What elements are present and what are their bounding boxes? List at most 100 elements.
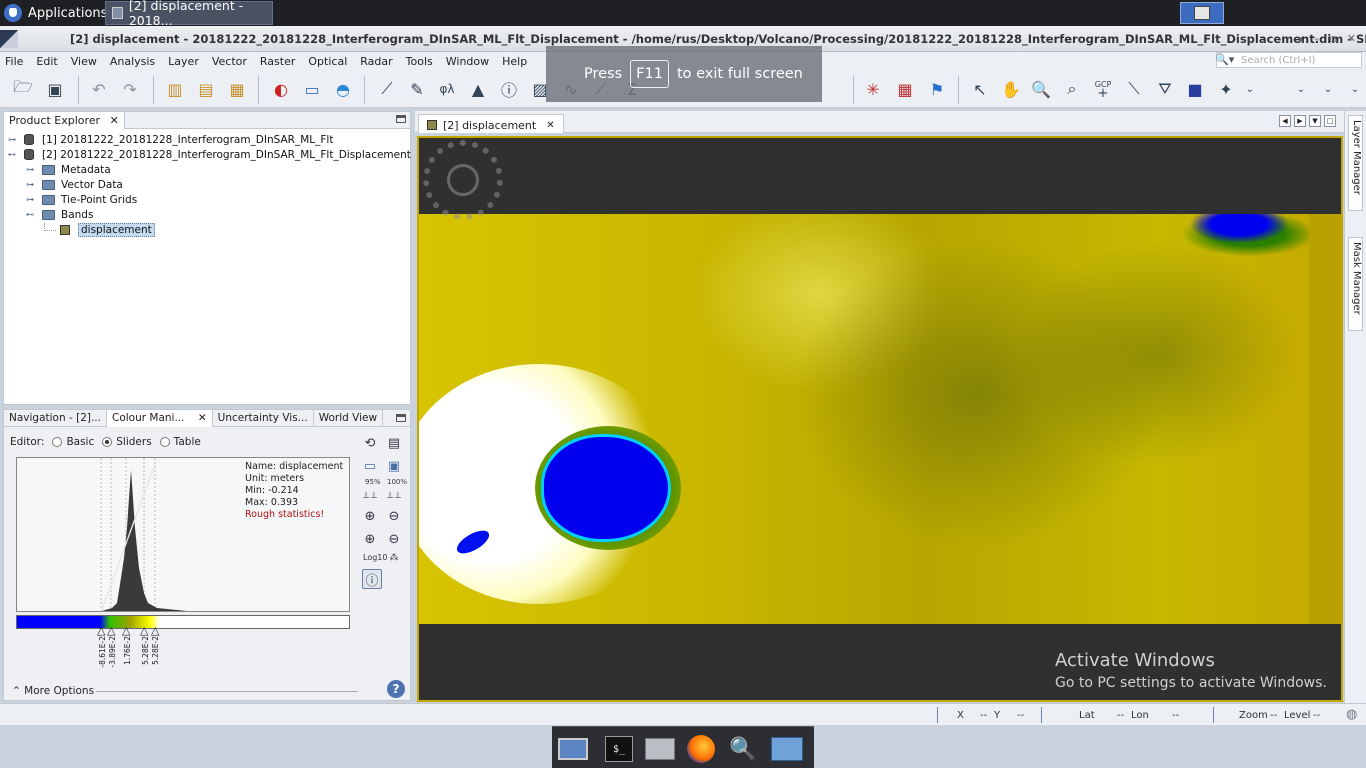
close-icon[interactable]: ✕ — [110, 114, 119, 127]
info-icon[interactable]: ⓘ — [362, 569, 382, 589]
info-icon[interactable]: ⓘ — [496, 76, 522, 102]
minimize-panel-icon[interactable] — [396, 115, 406, 123]
scroll-left-icon[interactable]: ◀ — [1279, 115, 1291, 127]
tab-colour-manipulation[interactable]: Colour Mani... ✕ — [106, 410, 213, 427]
maximize-view-icon[interactable]: □ — [1324, 115, 1336, 127]
expand-icon[interactable]: ⊶ — [26, 180, 36, 189]
firefox-icon[interactable] — [684, 733, 718, 765]
close-icon[interactable]: ✕ — [546, 120, 554, 131]
collapse-icon[interactable]: ⊷ — [26, 210, 36, 219]
undo-icon[interactable]: ↶ — [86, 76, 112, 102]
zoom-in-vertical-icon[interactable]: ⊕ — [360, 506, 380, 526]
menu-radar[interactable]: Radar — [360, 55, 392, 68]
tab-layer-manager[interactable]: Layer Manager — [1348, 115, 1363, 211]
range-95-icon[interactable]: ⊥⊥ — [360, 486, 380, 506]
menu-window[interactable]: Window — [446, 55, 489, 68]
tree-product-2[interactable]: ⊷ [2] 20181222_20181228_Interferogram_DI… — [8, 147, 411, 162]
toolbar-overflow-icon-3[interactable]: ⌄ — [1315, 76, 1341, 102]
rectangle-draw-icon[interactable]: ■ — [1182, 76, 1208, 102]
pan-navigation-control[interactable] — [423, 140, 503, 220]
close-icon[interactable]: ✕ — [198, 412, 207, 424]
pin-icon[interactable]: ⚑ — [924, 76, 950, 102]
range-finder-icon[interactable]: ⌕ — [1059, 76, 1085, 102]
import-palette-icon[interactable]: ▤ — [384, 433, 404, 453]
tab-displacement-view[interactable]: [2] displacement ✕ — [418, 114, 564, 133]
taskbar-window-item[interactable]: [2] displacement - 2018... — [105, 0, 273, 28]
tab-mask-manager[interactable]: Mask Manager — [1348, 237, 1363, 331]
histogram-icon[interactable]: ▲ — [465, 76, 491, 102]
help-button[interactable]: ? — [387, 680, 405, 698]
save-product-icon[interactable]: ▣ — [42, 76, 68, 102]
pan-icon[interactable]: ✋ — [998, 76, 1024, 102]
memory-icon[interactable]: ◍ — [1346, 707, 1357, 722]
expand-icon[interactable]: ⊶ — [8, 135, 18, 144]
magic-wand-icon[interactable]: ✦ — [1213, 76, 1239, 102]
export-icon[interactable]: ▣ — [384, 456, 404, 476]
tab-product-explorer[interactable]: Product Explorer ✕ — [4, 112, 125, 129]
zoom-icon[interactable]: 🔍 — [1028, 76, 1054, 102]
radio-table[interactable] — [159, 437, 170, 447]
image-view[interactable]: Activate Windows Go to PC settings to ac… — [417, 136, 1343, 702]
terminal-icon[interactable]: $_ — [602, 733, 636, 765]
phi-lambda-icon[interactable]: φλ — [434, 76, 460, 102]
edit-icon[interactable]: ✎ — [404, 76, 430, 102]
zoom-95-label[interactable]: 95% — [365, 478, 381, 486]
screen-icon[interactable] — [556, 733, 590, 765]
range-100-icon[interactable]: ⊥⊥ — [384, 486, 404, 506]
reset-icon[interactable]: ⟲ — [360, 433, 380, 453]
displacement-raster-image[interactable] — [419, 214, 1341, 624]
select-icon[interactable]: ↖ — [967, 76, 993, 102]
menu-optical[interactable]: Optical — [308, 55, 347, 68]
layer-icon[interactable]: ▭ — [299, 76, 325, 102]
menu-analysis[interactable]: Analysis — [110, 55, 155, 68]
tab-world-view[interactable]: World View — [314, 410, 384, 427]
import-icon[interactable]: ▥ — [162, 76, 188, 102]
rgb-image-icon[interactable]: ◐ — [268, 76, 294, 102]
menu-file[interactable]: File — [5, 55, 23, 68]
maximize-icon[interactable]: ▫ — [1329, 32, 1336, 45]
applications-menu[interactable]: Applications — [4, 2, 107, 24]
more-options-toggle[interactable]: ⌃ More Options — [12, 685, 94, 697]
import-icon[interactable]: ▭ — [360, 456, 380, 476]
open-product-icon[interactable]: 🗁 — [10, 76, 36, 102]
menu-tools[interactable]: Tools — [406, 55, 433, 68]
expand-icon[interactable]: ⊶ — [26, 165, 36, 174]
workspace-switcher[interactable] — [1180, 2, 1224, 24]
radio-basic[interactable] — [52, 437, 63, 447]
tree-folder-tie-point-grids[interactable]: ⊶ Tie-Point Grids — [26, 192, 137, 207]
tree-product-1[interactable]: ⊶ [1] 20181222_20181228_Interferogram_DI… — [8, 132, 333, 147]
tree-folder-vector-data[interactable]: ⊶ Vector Data — [26, 177, 123, 192]
search-icon[interactable]: 🔍 — [726, 733, 760, 765]
zoom-in-horizontal-icon[interactable]: ⊕ — [360, 529, 380, 549]
minimize-panel-icon[interactable] — [396, 414, 406, 422]
tab-list-icon[interactable]: ▼ — [1309, 115, 1321, 127]
line-draw-icon[interactable]: ⟍ — [1121, 76, 1147, 102]
home-folder-icon[interactable] — [643, 733, 677, 765]
collapse-icon[interactable]: ⊷ — [8, 150, 18, 159]
distribute-icon[interactable]: ⁂ — [384, 548, 404, 568]
expand-icon[interactable]: ⊶ — [26, 195, 36, 204]
menu-raster[interactable]: Raster — [260, 55, 295, 68]
polyline-icon[interactable]: ⟋ — [374, 76, 400, 102]
batch-icon[interactable]: ▦ — [892, 76, 918, 102]
tab-navigation[interactable]: Navigation - [2]... — [4, 410, 107, 427]
wave-icon[interactable]: ◓ — [330, 76, 356, 102]
graph-builder-icon[interactable]: ✳ — [860, 76, 886, 102]
menu-edit[interactable]: Edit — [36, 55, 57, 68]
zoom-out-vertical-icon[interactable]: ⊖ — [384, 506, 404, 526]
menu-help[interactable]: Help — [502, 55, 527, 68]
radio-sliders[interactable] — [102, 437, 113, 447]
export-icon[interactable]: ▤ — [193, 76, 219, 102]
files-icon[interactable] — [770, 733, 804, 765]
band-maths-icon[interactable]: ▦ — [224, 76, 250, 102]
menu-view[interactable]: View — [71, 55, 97, 68]
scroll-right-icon[interactable]: ▶ — [1294, 115, 1306, 127]
toolbar-overflow-icon-4[interactable]: ⌄ — [1342, 76, 1366, 102]
toolbar-overflow-icon[interactable]: ⌄ — [1237, 76, 1263, 102]
redo-icon[interactable]: ↷ — [117, 76, 143, 102]
tree-band-displacement[interactable]: displacement — [44, 222, 155, 237]
shade-icon[interactable]: ▴ — [1298, 32, 1304, 45]
tree-folder-metadata[interactable]: ⊶ Metadata — [26, 162, 111, 177]
zoom-100-label[interactable]: 100% — [387, 478, 407, 486]
zoom-out-horizontal-icon[interactable]: ⊖ — [384, 529, 404, 549]
